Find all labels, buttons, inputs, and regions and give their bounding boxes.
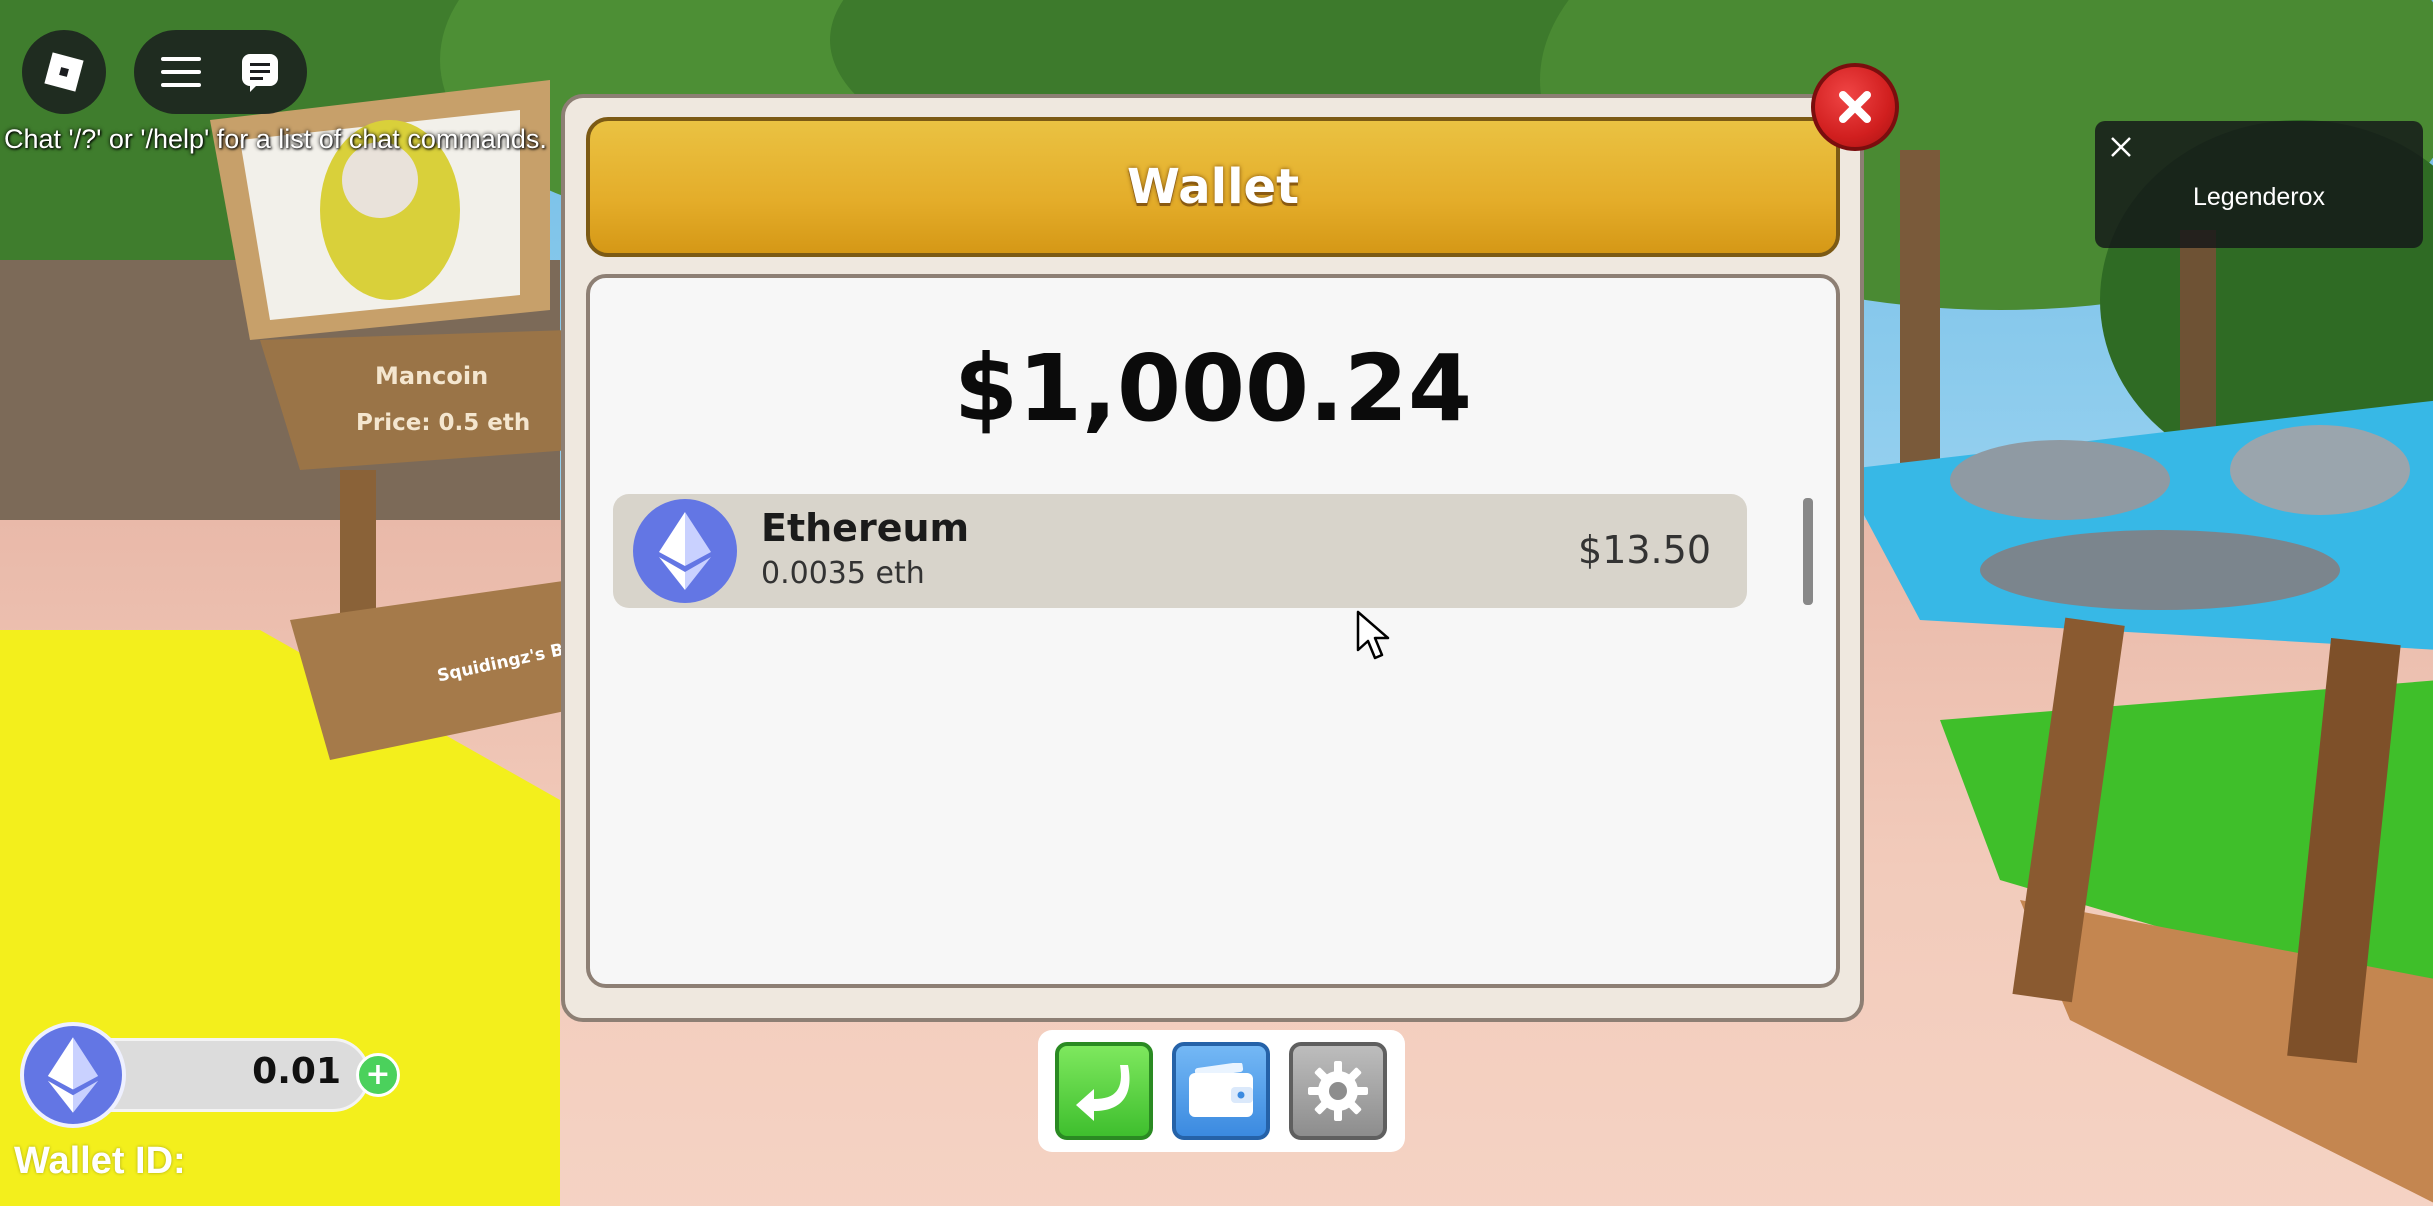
wallet-title: Wallet	[1126, 159, 1300, 215]
player-card: Legenderox	[2095, 121, 2423, 248]
rocks	[1950, 425, 2410, 610]
wallet-id-label: Wallet ID:	[14, 1140, 186, 1182]
total-balance: $1,000.24	[954, 335, 1472, 442]
coin-row-ethereum[interactable]: Ethereum 0.0035 eth $13.50	[613, 494, 1747, 608]
chat-button[interactable]	[230, 42, 290, 102]
ethereum-icon	[633, 499, 737, 603]
coin-value: $13.50	[1578, 528, 1711, 572]
hamburger-menu-icon	[161, 57, 202, 87]
sign-price: Price: 0.5 eth	[356, 410, 531, 436]
mouse-cursor-icon	[1356, 610, 1390, 660]
close-icon	[2111, 137, 2131, 157]
player-name: Legenderox	[2192, 183, 2326, 211]
player-card-close-button[interactable]	[2105, 131, 2137, 163]
bottom-toolbar	[1038, 1030, 1405, 1152]
settings-button[interactable]	[1289, 1042, 1387, 1140]
coin-list-scrollbar[interactable]	[1803, 498, 1813, 605]
sign-title: Mancoin	[375, 362, 489, 390]
wallet-icon	[1189, 1063, 1253, 1117]
add-eth-button[interactable]: +	[356, 1053, 400, 1097]
topbar-menu-group	[134, 30, 307, 114]
coin-amount: 0.0035 eth	[761, 556, 925, 591]
coin-name: Ethereum	[761, 506, 970, 550]
roblox-menu-button[interactable]	[22, 30, 106, 114]
wallet-button[interactable]	[1172, 1042, 1270, 1140]
gear-icon	[1308, 1061, 1368, 1121]
chat-icon	[241, 54, 278, 92]
wooden-dock	[2012, 617, 2433, 1203]
chat-hint-text: Chat '/?' or '/help' for a list of chat …	[4, 124, 547, 154]
close-wallet-button[interactable]	[1811, 63, 1899, 151]
wallet-header: Wallet	[586, 117, 1840, 257]
back-button[interactable]	[1055, 1042, 1153, 1140]
eth-balance-value: 0.01	[252, 1051, 341, 1092]
close-icon	[1839, 91, 1871, 123]
back-arrow-icon	[1076, 1065, 1130, 1121]
roblox-logo-icon	[44, 52, 84, 92]
hamburger-menu-button[interactable]	[151, 42, 211, 102]
ethereum-icon	[20, 1022, 126, 1128]
